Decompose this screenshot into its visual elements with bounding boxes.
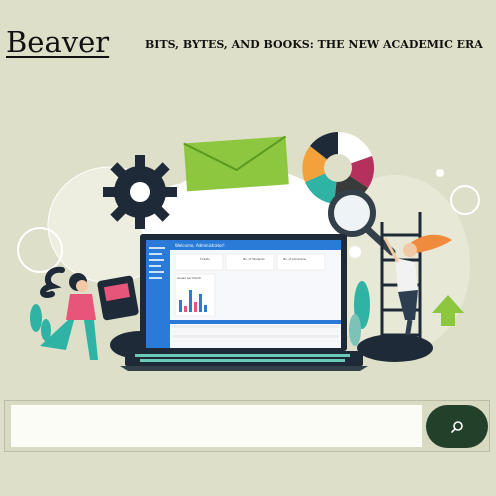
search-input[interactable] — [11, 405, 422, 447]
dashboard-title: Welcome, Administrator! — [175, 243, 225, 248]
gear-icon — [103, 155, 177, 229]
laptop-illustration: Welcome, Administrator! Tickets No. of S… — [120, 234, 368, 371]
chart-caption: Issued per Month — [177, 276, 201, 280]
site-tagline: BITS, BYTES, AND BOOKS: THE NEW ACADEMIC… — [145, 38, 483, 51]
search-button[interactable] — [426, 405, 488, 448]
search-bar — [4, 400, 490, 452]
site-logo-link[interactable]: Beaver — [6, 28, 109, 57]
search-icon — [451, 420, 463, 433]
stat-card-librarians: No. of Librarians — [283, 257, 307, 261]
stat-card-students: No. of Students — [243, 257, 265, 261]
stat-card-tickets: Tickets — [199, 257, 210, 261]
plant-left-icon — [30, 304, 51, 341]
hero-illustration: Welcome, Administrator! Tickets No. of S… — [17, 131, 480, 371]
envelope-icon — [183, 135, 289, 192]
